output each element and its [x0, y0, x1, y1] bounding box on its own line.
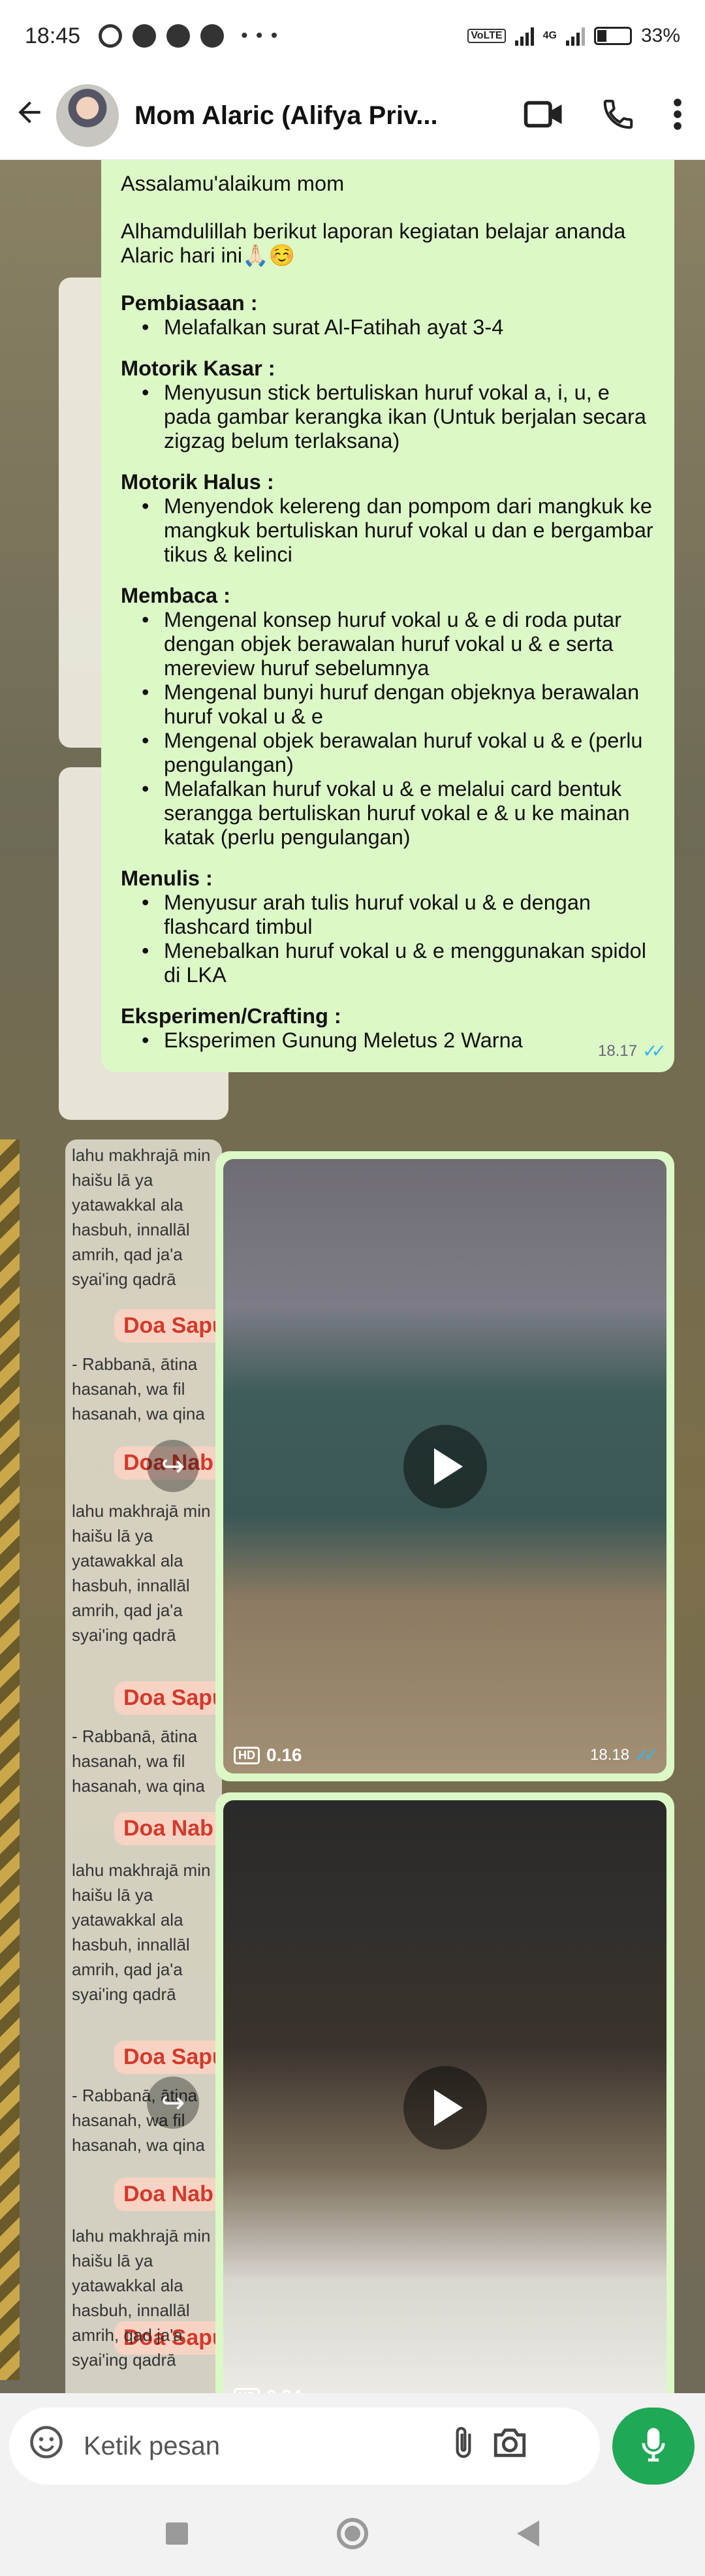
attachment-icon[interactable] — [450, 2425, 477, 2468]
battery-level: 33% — [640, 25, 680, 46]
wallpaper-label: Doa Nab — [114, 2178, 223, 2211]
microphone-icon — [640, 2426, 666, 2466]
message-time: 18.17 — [598, 1042, 638, 1060]
section-item: Melafalkan surat Al-Fatihah ayat 3-4 — [142, 315, 655, 340]
video-time: 18.18 — [590, 1745, 630, 1764]
message-field[interactable] — [9, 2408, 600, 2485]
video-duration: 0.16 — [266, 1745, 302, 1765]
volte-icon: VoLTE — [467, 29, 506, 43]
facebook-icon — [133, 24, 157, 48]
hd-badge: HD — [234, 1746, 260, 1764]
section-item: Menyusun stick bertuliskan huruf vokal a… — [142, 381, 655, 453]
video-info: HD 0.16 — [234, 1745, 302, 1766]
section-title: Membaca : — [121, 584, 230, 607]
video-message[interactable]: HD 0.34 — [215, 1792, 674, 2393]
alarm-icon — [99, 24, 123, 48]
battery-icon — [593, 27, 632, 45]
message-intro: Alhamdulillah berikut laporan kegiatan b… — [121, 219, 626, 267]
section-item: Menebalkan huruf vokal u & e menggunakan… — [142, 939, 655, 987]
wallpaper-stripe — [0, 1139, 20, 2380]
message-greeting: Assalamu'alaikum mom — [121, 172, 345, 195]
system-navigation-bar — [0, 2491, 705, 2576]
messenger-icon — [166, 24, 191, 48]
more-options-icon[interactable] — [672, 97, 683, 135]
section-item: Mengenal objek berawalan huruf vokal u &… — [142, 729, 655, 777]
section-item: Mengenal bunyi huruf dengan objeknya ber… — [142, 680, 655, 729]
section-title: Pembiasaan : — [121, 291, 258, 315]
wallpaper-text: lahu makhrajā min haišu lā ya yatawakkal… — [72, 1501, 211, 1645]
signal-2-icon — [565, 26, 585, 46]
back-arrow-icon[interactable] — [13, 94, 52, 138]
wallpaper-text: - Rabbanā, ātina hasanah, wa fil hasanah… — [72, 1726, 205, 1796]
status-time: 18:45 — [25, 23, 81, 48]
network-4g-label: 4G — [542, 30, 557, 41]
video-duration: 0.34 — [266, 2386, 302, 2393]
forward-icon[interactable]: ↪ — [147, 1440, 199, 1492]
camera-icon[interactable] — [491, 2426, 529, 2466]
status-bar: 18:45 • • • VoLTE 4G 33% — [0, 0, 705, 72]
signal-icon — [514, 26, 534, 46]
back-icon[interactable] — [517, 2520, 539, 2547]
wallpaper-label: Doa Nab — [114, 1812, 223, 1845]
avatar[interactable] — [56, 84, 119, 147]
composer-bar — [0, 2393, 705, 2491]
wallpaper-text: - Rabbanā, ātina hasanah, wa fil hasanah… — [72, 1354, 205, 1423]
home-icon[interactable] — [337, 2518, 368, 2549]
section-item: Mengenal konsep huruf vokal u & e di rod… — [142, 608, 655, 680]
contact-name[interactable]: Mom Alaric (Alifya Priv... — [134, 101, 500, 131]
section-item: Menyusur arah tulis huruf vokal u & e de… — [142, 891, 655, 939]
wallpaper-text: lahu makhrajā min haišu lā ya yatawakkal… — [72, 2226, 211, 2370]
message-bubble[interactable]: Assalamu'alaikum mom Alhamdulillah berik… — [101, 160, 674, 1072]
section-title: Motorik Kasar : — [121, 357, 275, 380]
video-thumbnail[interactable]: HD 0.16 18.18 ✓✓ — [223, 1159, 666, 1773]
read-receipt-icon: ✓✓ — [634, 1745, 659, 1765]
voice-call-icon[interactable] — [601, 97, 636, 135]
video-meta: 18.18 ✓✓ — [590, 1744, 659, 1766]
video-call-icon[interactable] — [524, 98, 564, 134]
wallpaper-text: lahu makhrajā min haišu lā ya yatawakkal… — [72, 1860, 211, 2004]
wallpaper-text: lahu makhrajā min haišu lā ya yatawakkal… — [72, 1145, 211, 1289]
emoji-icon[interactable] — [29, 2425, 64, 2468]
notification-icons: • • • — [99, 24, 279, 48]
read-receipt-icon: ✓✓ — [642, 1041, 666, 1061]
section-item: Eksperimen Gunung Meletus 2 Warna — [142, 1028, 655, 1053]
chat-header: Mom Alaric (Alifya Priv... — [0, 72, 705, 160]
app-notification-icon — [200, 24, 225, 48]
section-item: Menyendok kelereng dan pompom dari mangk… — [142, 494, 655, 567]
hd-badge: HD — [234, 2387, 260, 2393]
forward-icon[interactable]: ↪ — [147, 2076, 199, 2129]
message-meta: 18.17 ✓✓ — [598, 1039, 666, 1063]
recent-apps-icon[interactable] — [166, 2522, 188, 2545]
section-title: Eksperimen/Crafting : — [121, 1004, 341, 1028]
play-button-icon[interactable] — [403, 1424, 487, 1508]
section-title: Motorik Halus : — [121, 470, 274, 494]
chat-area[interactable]: Doa Sapu Doa Nab Doa Sapu Doa Nab Doa Sa… — [0, 160, 705, 2393]
play-button-icon[interactable] — [403, 2065, 487, 2150]
video-message[interactable]: HD 0.16 18.18 ✓✓ — [215, 1151, 674, 1781]
message-input[interactable] — [84, 2431, 436, 2461]
section-item: Melafalkan huruf vokal u & e melalui car… — [142, 777, 655, 850]
voice-message-button[interactable] — [612, 2408, 695, 2485]
video-thumbnail[interactable]: HD 0.34 — [223, 1800, 666, 2393]
more-notifications-icon: • • • — [241, 25, 279, 46]
section-title: Menulis : — [121, 867, 213, 890]
video-info: HD 0.34 — [234, 2386, 302, 2393]
